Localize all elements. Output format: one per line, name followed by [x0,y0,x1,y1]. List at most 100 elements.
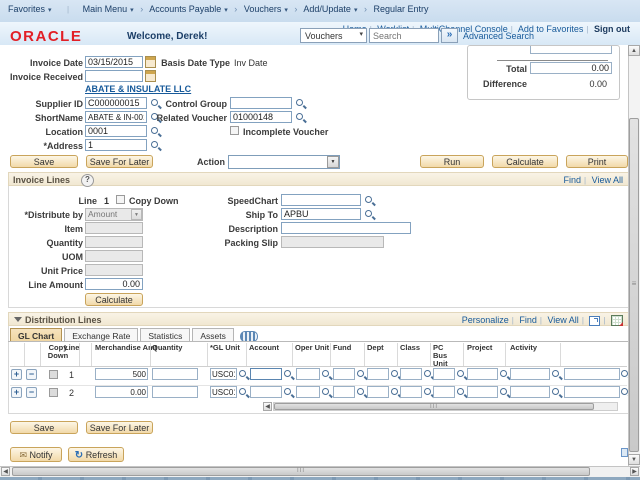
oper-unit-input[interactable] [296,368,320,380]
invoice-lines-view-all-link[interactable]: View All [592,175,623,185]
oper-unit-lookup-icon[interactable] [322,370,332,380]
search-go-button[interactable] [441,28,458,43]
calendar-icon[interactable] [145,70,156,82]
fund-lookup-icon[interactable] [357,388,367,398]
control-group-input[interactable] [230,97,292,109]
save-for-later-button[interactable]: Save For Later [86,155,153,168]
breadcrumb-main-menu[interactable]: Main Menu [83,4,134,14]
search-input[interactable] [369,28,439,43]
tab-statistics[interactable]: Statistics [140,328,190,342]
refresh-button[interactable]: Refresh [68,447,124,462]
page-scroll-right-button[interactable]: ▶ [630,467,639,476]
account-input[interactable] [250,368,282,380]
download-grid-icon[interactable] [611,315,623,326]
new-window-icon[interactable] [621,448,628,457]
action-select[interactable] [228,155,340,169]
pc-bus-unit-input[interactable] [433,386,455,398]
invoice-received-input[interactable] [85,70,143,82]
add-row-button[interactable]: + [11,387,22,398]
breadcrumb-vouchers[interactable]: Vouchers [244,4,288,14]
account-input[interactable] [250,386,282,398]
project-input[interactable] [467,386,498,398]
page-scrollbar-thumb[interactable] [12,467,590,476]
calculate-button[interactable]: Calculate [492,155,558,168]
fund-input[interactable] [333,368,355,380]
sign-out-link[interactable]: Sign out [594,24,630,34]
delete-row-button[interactable]: − [26,387,37,398]
dept-input[interactable] [367,386,389,398]
activity-input[interactable] [510,368,550,380]
location-lookup-icon[interactable] [151,127,161,137]
related-voucher-input[interactable] [230,111,292,123]
quantity-cell-input[interactable] [152,386,198,398]
speedchart-input[interactable] [281,194,361,206]
address-input[interactable] [85,139,147,151]
search-scope-select[interactable]: Vouchers ▾ [300,28,367,43]
line-amount-input[interactable] [85,278,143,290]
tab-gl-chart[interactable]: GL Chart [10,328,62,342]
delete-row-button[interactable]: − [26,369,37,380]
project-lookup-icon[interactable] [500,388,510,398]
breadcrumb-add-update[interactable]: Add/Update [303,4,357,14]
breadcrumb-accounts-payable[interactable]: Accounts Payable [149,4,228,14]
related-voucher-lookup-icon[interactable] [296,113,306,123]
pc-bus-unit-lookup-icon[interactable] [457,370,467,380]
grid-scroll-left-button[interactable]: ◀ [263,402,272,411]
description-input[interactable] [281,222,411,234]
merchandise-amt-input[interactable] [95,386,148,398]
class-input[interactable] [400,386,422,398]
add-row-button[interactable]: + [11,369,22,380]
speedchart-lookup-icon[interactable] [365,196,375,206]
run-button[interactable]: Run [420,155,484,168]
merchandise-amt-input[interactable] [95,368,148,380]
class-input[interactable] [400,368,422,380]
grid-scrollbar-thumb[interactable] [274,403,594,410]
footer-save-for-later-button[interactable]: Save For Later [86,421,153,434]
advanced-search-link[interactable]: Advanced Search [463,31,534,41]
activity-lookup-icon[interactable] [552,388,562,398]
ship-to-lookup-icon[interactable] [365,210,375,220]
personalize-link[interactable]: Personalize [462,315,509,325]
zoom-window-icon[interactable] [589,316,600,326]
project-lookup-icon[interactable] [500,370,510,380]
gl-unit-input[interactable] [210,386,237,398]
quantity-cell-input[interactable] [152,368,198,380]
distribution-view-all-link[interactable]: View All [547,315,578,325]
print-button[interactable]: Print [566,155,628,168]
save-button[interactable]: Save [10,155,78,168]
extra-cell-input[interactable] [564,386,620,398]
address-lookup-icon[interactable] [151,141,161,151]
totals-partial-input[interactable] [530,46,612,54]
chevron-down-icon[interactable]: ▾ [359,30,363,38]
activity-input[interactable] [510,386,550,398]
scroll-down-button[interactable]: ▼ [628,454,640,465]
gl-unit-lookup-icon[interactable] [239,370,249,380]
footer-save-button[interactable]: Save [10,421,78,434]
extra-cell-input[interactable] [564,368,620,380]
incomplete-voucher-checkbox[interactable] [230,126,239,135]
tab-exchange-rate[interactable]: Exchange Rate [64,328,138,342]
collapse-triangle-icon[interactable] [14,317,22,322]
copy-down-checkbox[interactable] [116,195,125,204]
action-select-arrow[interactable] [327,156,339,168]
tab-assets[interactable]: Assets [192,328,234,342]
control-group-lookup-icon[interactable] [296,99,306,109]
vertical-scrollbar-thumb[interactable] [629,118,639,452]
fund-input[interactable] [333,386,355,398]
gl-unit-lookup-icon[interactable] [239,388,249,398]
notify-button[interactable]: Notify [10,447,62,462]
dept-input[interactable] [367,368,389,380]
activity-lookup-icon[interactable] [552,370,562,380]
help-icon[interactable]: ? [81,174,94,187]
location-input[interactable] [85,125,147,137]
row-select-checkbox[interactable] [49,388,58,397]
line-calculate-button[interactable]: Calculate [85,293,143,306]
account-lookup-icon[interactable] [284,388,294,398]
ship-to-input[interactable] [281,208,361,220]
project-input[interactable] [467,368,498,380]
pc-bus-unit-input[interactable] [433,368,455,380]
invoice-lines-find-link[interactable]: Find [564,175,582,185]
fund-lookup-icon[interactable] [357,370,367,380]
pc-bus-unit-lookup-icon[interactable] [457,388,467,398]
oper-unit-lookup-icon[interactable] [322,388,332,398]
